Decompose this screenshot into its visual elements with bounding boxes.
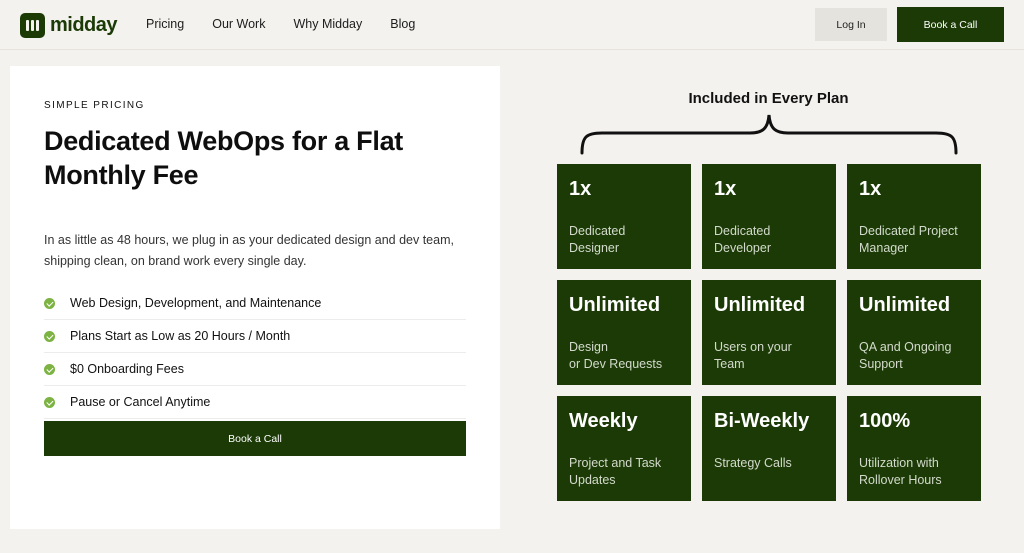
plan-tile: Bi-Weekly Strategy Calls: [702, 396, 836, 501]
tile-value: 1x: [569, 178, 592, 200]
feature-item: Web Design, Development, and Maintenance: [44, 287, 466, 320]
nav-item-pricing[interactable]: Pricing: [146, 17, 184, 31]
eyebrow-label: SIMPLE PRICING: [44, 100, 145, 111]
check-circle-icon: [44, 363, 55, 375]
tile-description: Dedicated Project Manager: [859, 224, 958, 255]
book-call-button[interactable]: Book a Call: [44, 421, 466, 456]
plan-tiles-grid: 1x Dedicated Designer 1x Dedicated Devel…: [557, 164, 981, 501]
plan-tile: Weekly Project and Task Updates: [557, 396, 691, 501]
hero-description: In as little as 48 hours, we plug in as …: [44, 233, 454, 268]
main-nav: Pricing Our Work Why Midday Blog: [146, 17, 443, 31]
tile-value: Unlimited: [569, 294, 661, 316]
feature-item: $0 Onboarding Fees: [44, 353, 466, 386]
feature-text: Pause or Cancel Anytime: [70, 395, 211, 409]
tile-description: Design or Dev Requests: [569, 340, 663, 371]
tile-description: QA and Ongoing Support: [859, 340, 952, 371]
check-circle-icon: [44, 396, 55, 408]
pricing-card: SIMPLE PRICING Dedicated WebOps for a Fl…: [10, 66, 500, 529]
logo-text: midday: [50, 13, 118, 36]
plan-tile: Unlimited QA and Ongoing Support: [847, 280, 981, 385]
header-book-call-button[interactable]: Book a Call: [897, 7, 1004, 42]
feature-text: Web Design, Development, and Maintenance: [70, 296, 322, 310]
login-button[interactable]: Log In: [815, 8, 887, 41]
feature-list: Web Design, Development, and Maintenance…: [44, 287, 466, 419]
plan-tile: 1x Dedicated Designer: [557, 164, 691, 269]
plan-tile: Unlimited Users on your Team: [702, 280, 836, 385]
nav-item-our-work[interactable]: Our Work: [212, 17, 265, 31]
feature-text: Plans Start as Low as 20 Hours / Month: [70, 329, 291, 343]
site-header: midday Pricing Our Work Why Midday Blog …: [0, 0, 1024, 50]
tile-description: Users on your Team: [714, 340, 792, 371]
tile-description: Utilization with Rollover Hours: [859, 456, 942, 487]
page-title: Dedicated WebOps for a Flat Monthly Fee: [44, 126, 403, 190]
curly-brace-icon: [580, 114, 958, 155]
tile-description: Dedicated Developer: [714, 224, 771, 255]
plan-section-title: Included in Every Plan: [688, 90, 849, 107]
tile-description: Dedicated Designer: [569, 224, 626, 255]
tile-value: Unlimited: [859, 294, 951, 316]
logo[interactable]: midday: [20, 11, 118, 39]
tile-value: Bi-Weekly: [714, 410, 810, 432]
feature-text: $0 Onboarding Fees: [70, 362, 184, 376]
tile-value: 100%: [859, 410, 911, 432]
check-circle-icon: [44, 297, 55, 309]
plan-tile: 1x Dedicated Project Manager: [847, 164, 981, 269]
plan-tile: 1x Dedicated Developer: [702, 164, 836, 269]
feature-item: Pause or Cancel Anytime: [44, 386, 466, 419]
feature-item: Plans Start as Low as 20 Hours / Month: [44, 320, 466, 353]
tile-value: 1x: [859, 178, 882, 200]
tile-description: Project and Task Updates: [569, 456, 662, 487]
tile-description: Strategy Calls: [714, 456, 792, 470]
tile-value: 1x: [714, 178, 737, 200]
plan-tile: 100% Utilization with Rollover Hours: [847, 396, 981, 501]
nav-item-blog[interactable]: Blog: [390, 17, 415, 31]
check-circle-icon: [44, 330, 55, 342]
tile-value: Weekly: [569, 410, 638, 432]
tile-value: Unlimited: [714, 294, 806, 316]
plan-tile: Unlimited Design or Dev Requests: [557, 280, 691, 385]
midday-logo-icon: [20, 12, 45, 38]
nav-item-why-midday[interactable]: Why Midday: [293, 17, 362, 31]
